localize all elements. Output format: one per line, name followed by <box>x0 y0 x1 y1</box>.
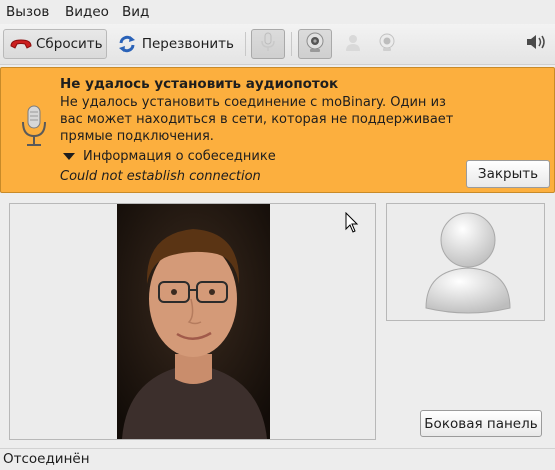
infobar-detail: Could not establish connection <box>60 169 261 184</box>
toolbar-separator <box>291 32 292 56</box>
menu-video[interactable]: Видео <box>65 4 109 20</box>
side-panel-button[interactable]: Боковая панель <box>420 410 542 437</box>
webcam-icon <box>304 31 326 57</box>
side-panel-label: Боковая панель <box>424 415 538 432</box>
hangup-icon <box>10 33 32 55</box>
close-button-label: Закрыть <box>477 166 539 182</box>
contact-icon <box>343 32 363 56</box>
webcam-preview-icon <box>377 32 397 56</box>
volume-button[interactable] <box>519 29 553 59</box>
contact-info-expander[interactable]: Информация о собеседнике <box>63 149 276 164</box>
microphone-icon <box>19 104 49 154</box>
close-button[interactable]: Закрыть <box>466 160 550 188</box>
expander-label: Информация о собеседнике <box>83 149 276 164</box>
toolbar: Сбросить Перезвонить <box>0 24 555 65</box>
infobar-title: Не удалось установить аудиопоток <box>60 76 339 92</box>
hangup-label: Сбросить <box>36 36 103 52</box>
status-text: Отсоединён <box>3 451 90 467</box>
webcam-preview-button[interactable] <box>370 29 404 59</box>
contact-info-button[interactable] <box>336 29 370 59</box>
redial-icon <box>116 33 138 55</box>
self-preview-area <box>386 203 545 321</box>
expander-arrow-icon <box>63 153 75 160</box>
menu-view[interactable]: Вид <box>122 4 149 20</box>
webcam-toggle[interactable] <box>298 29 332 59</box>
microphone-toggle[interactable] <box>251 29 285 59</box>
mouse-cursor-icon <box>345 211 359 238</box>
remote-video-area <box>9 203 376 440</box>
hangup-button[interactable]: Сбросить <box>3 29 107 59</box>
infobar-message: Не удалось установить соединение с moBin… <box>60 95 454 144</box>
toolbar-separator <box>245 32 246 56</box>
menu-call[interactable]: Вызов <box>6 4 49 20</box>
remote-contact-photo <box>117 204 270 439</box>
microphone-icon <box>259 31 277 57</box>
menu-bar: Вызов Видео Вид <box>0 0 555 24</box>
status-bar: Отсоединён <box>0 448 555 470</box>
redial-label: Перезвонить <box>141 36 234 52</box>
volume-icon <box>525 33 547 55</box>
error-infobar: Не удалось установить аудиопоток Не удал… <box>0 67 555 193</box>
avatar-placeholder-icon <box>422 208 514 320</box>
redial-button[interactable]: Перезвонить <box>110 29 240 59</box>
